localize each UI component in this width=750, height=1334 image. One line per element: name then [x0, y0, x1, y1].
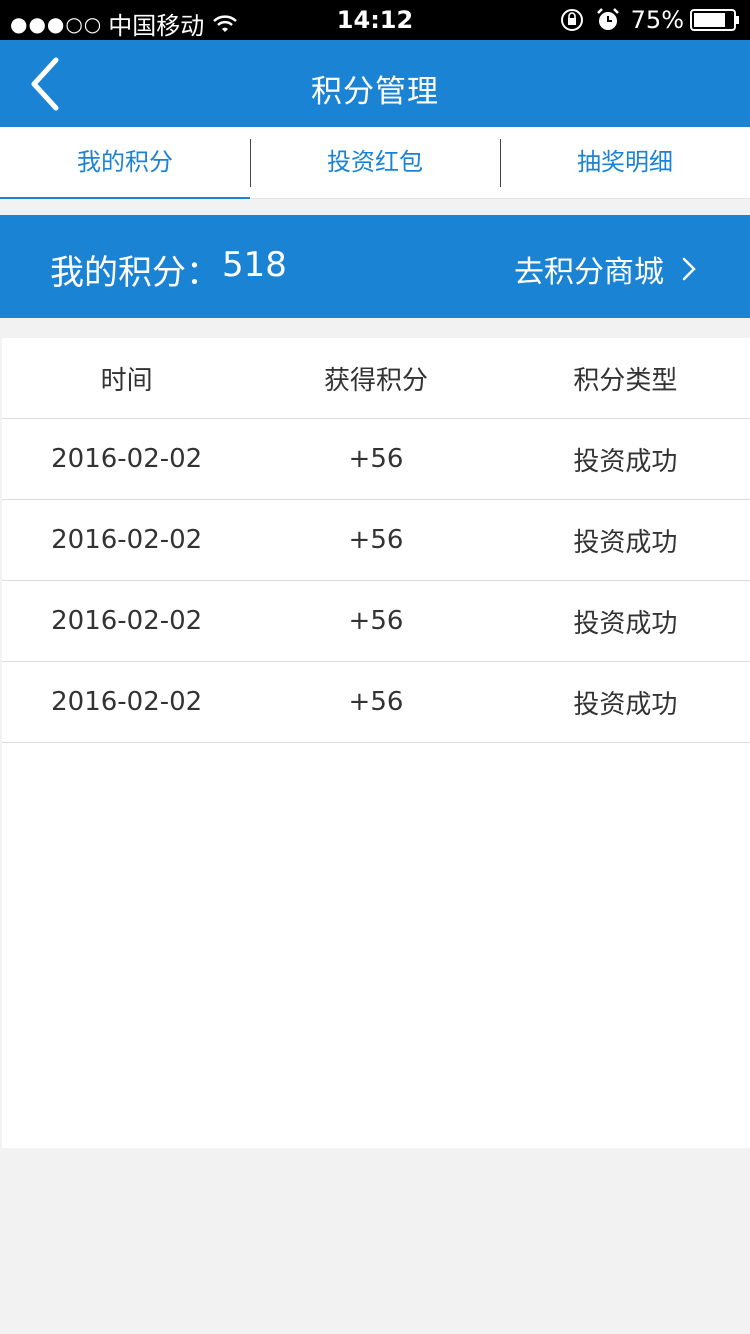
chevron-right-icon [682, 257, 696, 281]
battery-percent: 75% [630, 6, 684, 34]
table-row: 2016-02-02 +56 投资成功 [2, 662, 750, 743]
row-type: 投资成功 [573, 527, 678, 558]
page-title: 积分管理 [311, 74, 439, 110]
navigation-bar: 积分管理 [0, 40, 750, 127]
table-row: 2016-02-02 +56 投资成功 [2, 581, 750, 662]
points-value: 518 [222, 245, 287, 285]
tab-investment-red-packet[interactable]: 投资红包 [250, 127, 500, 198]
status-bar: ●●●○○ 中国移动 14:12 75% [0, 0, 750, 40]
points-label: 我的积分： [50, 253, 220, 293]
row-type: 投资成功 [573, 446, 678, 477]
row-date: 2016-02-02 [51, 606, 203, 636]
row-points: +56 [348, 606, 404, 636]
row-points: +56 [348, 525, 404, 555]
orientation-lock-icon [560, 9, 583, 31]
tab-my-points[interactable]: 我的积分 [0, 127, 250, 199]
row-date: 2016-02-02 [51, 444, 203, 474]
header-points-type: 积分类型 [573, 365, 678, 396]
battery-icon [690, 9, 739, 31]
row-date: 2016-02-02 [51, 687, 203, 717]
alarm-icon [596, 8, 619, 30]
table-header: 时间 获得积分 积分类型 [2, 338, 750, 419]
status-right: 75% [549, 6, 740, 34]
my-points: 我的积分： 518 [50, 245, 287, 294]
row-type: 投资成功 [573, 689, 678, 720]
row-date: 2016-02-02 [51, 525, 203, 555]
points-banner: 我的积分： 518 去积分商城 [0, 215, 750, 318]
tab-bar: 我的积分 投资红包 抽奖明细 [0, 127, 750, 199]
table-row: 2016-02-02 +56 投资成功 [2, 419, 750, 500]
tab-lottery-details[interactable]: 抽奖明细 [500, 127, 750, 198]
points-table: 时间 获得积分 积分类型 2016-02-02 +56 投资成功 2016-02… [2, 338, 750, 1148]
points-mall-link[interactable]: 去积分商城 [514, 247, 696, 291]
header-time: 时间 [100, 365, 153, 396]
header-points-earned: 获得积分 [323, 365, 428, 396]
table-row: 2016-02-02 +56 投资成功 [2, 500, 750, 581]
points-mall-label: 去积分商城 [514, 255, 664, 290]
row-points: +56 [348, 687, 404, 717]
row-type: 投资成功 [573, 608, 678, 639]
row-points: +56 [348, 444, 404, 474]
